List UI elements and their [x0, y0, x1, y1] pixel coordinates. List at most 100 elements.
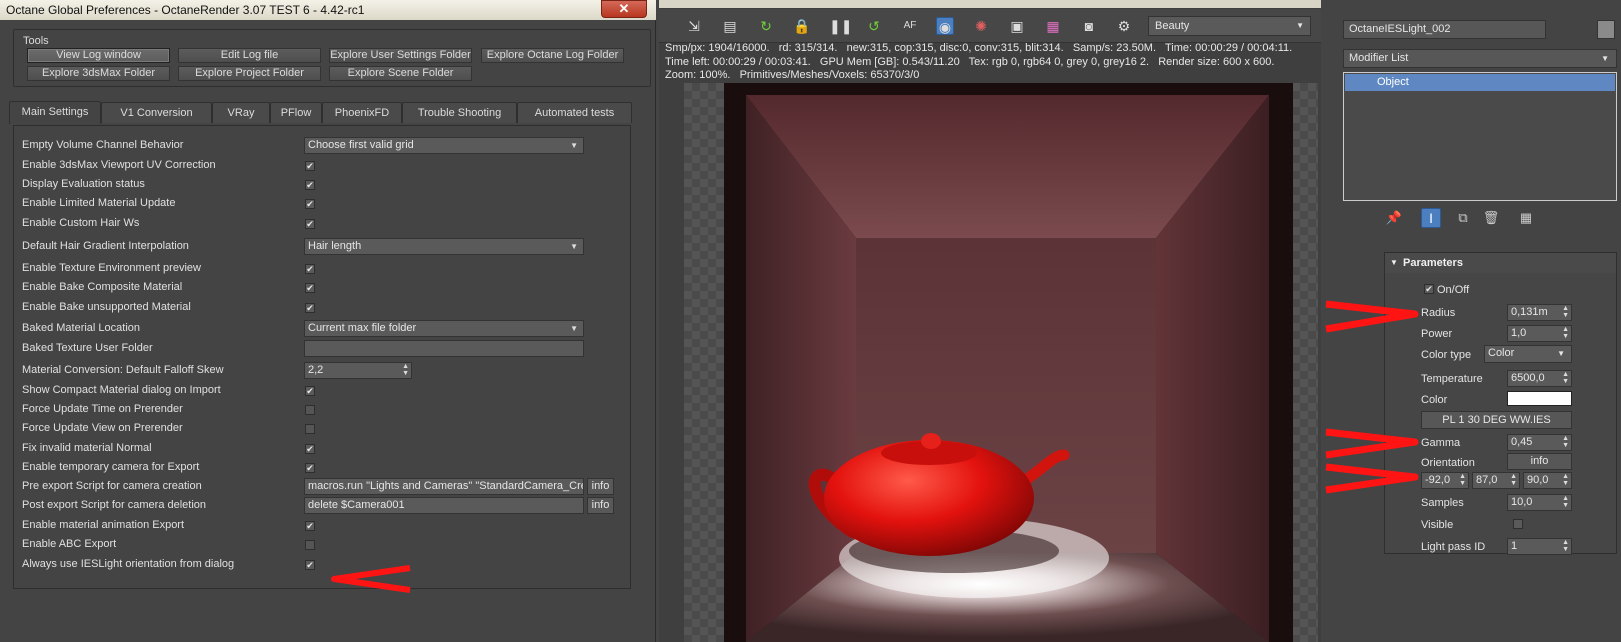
autofocus-icon[interactable]: AF: [901, 17, 919, 35]
tab-trouble-shooting[interactable]: Trouble Shooting: [402, 102, 517, 123]
dropdown-arrow-icon: ▼: [570, 242, 578, 251]
orientation-y-spinner[interactable]: 87,0 ▲ ▼: [1472, 472, 1520, 489]
force-update-time-checkbox[interactable]: [305, 405, 315, 415]
explore-project-folder-button[interactable]: Explore Project Folder: [178, 66, 321, 81]
color-swatch[interactable]: [1507, 391, 1572, 406]
setting-row: Enable 3dsMax Viewport UV Correction ✔: [14, 156, 630, 175]
setting-label: Show Compact Material dialog on Import: [22, 384, 221, 396]
render-pass-dropdown[interactable]: Beauty ▼: [1148, 16, 1311, 36]
tools-label: Tools: [23, 35, 49, 47]
remove-modifier-icon[interactable]: 🗑: [1481, 208, 1501, 228]
setting-label: Enable material animation Export: [22, 519, 185, 531]
orientation-z-spinner[interactable]: 90,0 ▲ ▼: [1523, 472, 1572, 489]
display-icon[interactable]: ▣: [1008, 17, 1026, 35]
parameters-header[interactable]: ▼ Parameters: [1385, 253, 1616, 273]
orientation-label: Orientation: [1421, 457, 1475, 469]
force-update-view-checkbox[interactable]: [305, 424, 315, 434]
color-type-dropdown[interactable]: Color ▼: [1484, 345, 1572, 363]
setting-label: Display Evaluation status: [22, 178, 145, 190]
setting-label: Pre export Script for camera creation: [22, 480, 202, 492]
make-unique-icon[interactable]: ⧉: [1453, 208, 1473, 228]
close-button[interactable]: ✕: [601, 0, 647, 18]
limited-material-update-checkbox[interactable]: ✔: [305, 199, 315, 209]
show-end-result-icon[interactable]: Ⅰ: [1421, 208, 1441, 228]
baked-texture-folder-input[interactable]: [304, 340, 584, 357]
visible-checkbox[interactable]: [1513, 519, 1523, 529]
tab-automated-tests[interactable]: Automated tests: [517, 102, 632, 123]
setting-row: Empty Volume Channel Behavior Choose fir…: [14, 136, 630, 155]
setting-label: Enable temporary camera for Export: [22, 461, 200, 473]
temperature-spinner[interactable]: 6500,0 ▲ ▼: [1507, 370, 1572, 387]
color-label: Color: [1421, 394, 1448, 406]
restart-icon[interactable]: ↻: [757, 17, 775, 35]
baked-material-location-dropdown[interactable]: Current max file folder ▼: [304, 320, 584, 337]
edit-log-file-button[interactable]: Edit Log file: [178, 48, 321, 63]
refresh-icon[interactable]: ↺: [865, 17, 883, 35]
tab-main-settings[interactable]: Main Settings: [9, 101, 101, 124]
lock-icon[interactable]: 🔒: [793, 17, 811, 35]
object-name-field[interactable]: OctaneIESLight_002: [1343, 20, 1546, 39]
fix-invalid-normal-checkbox[interactable]: ✔: [305, 444, 315, 454]
post-export-info-button[interactable]: info: [587, 497, 614, 514]
region-icon[interactable]: ◉: [936, 17, 954, 35]
pin-stack-icon[interactable]: 📌: [1384, 208, 1404, 228]
annotation-arrow-icon: [1325, 428, 1419, 459]
viewport-uv-correction-checkbox[interactable]: ✔: [305, 161, 315, 171]
spinner-arrows-icon: ▲ ▼: [1562, 539, 1569, 553]
object-color-swatch[interactable]: [1597, 20, 1615, 39]
spinner-arrows-icon: ▲ ▼: [1562, 435, 1569, 449]
pause-icon[interactable]: ❚❚: [829, 17, 852, 35]
modifier-list-dropdown[interactable]: Modifier List ▼: [1343, 49, 1617, 68]
orientation-info-button[interactable]: info: [1507, 453, 1572, 470]
radius-spinner[interactable]: 0,131m ▲ ▼: [1507, 304, 1572, 321]
material-animation-export-checkbox[interactable]: ✔: [305, 521, 315, 531]
camera-icon[interactable]: ◙: [1080, 17, 1098, 35]
explore-octane-log-folder-button[interactable]: Explore Octane Log Folder: [481, 48, 624, 63]
configure-modifier-sets-icon[interactable]: ▦: [1516, 208, 1536, 228]
orientation-x-spinner[interactable]: -92,0 ▲ ▼: [1421, 472, 1469, 489]
render-canvas[interactable]: [684, 83, 1318, 642]
samples-spinner[interactable]: 10,0 ▲ ▼: [1507, 494, 1572, 511]
send-scene-icon[interactable]: ⇲: [685, 17, 703, 35]
ies-file-button[interactable]: PL 1 30 DEG WW.IES: [1421, 411, 1572, 429]
bake-unsupported-checkbox[interactable]: ✔: [305, 303, 315, 313]
tab-pflow[interactable]: PFlow: [270, 102, 322, 123]
pre-export-info-button[interactable]: info: [587, 478, 614, 495]
explore-3dsmax-folder-button[interactable]: Explore 3dsMax Folder: [27, 66, 170, 81]
color-picker-icon[interactable]: ▦: [1044, 17, 1062, 35]
radius-label: Radius: [1421, 307, 1456, 319]
abc-export-checkbox[interactable]: [305, 540, 315, 550]
explore-scene-folder-button[interactable]: Explore Scene Folder: [329, 66, 472, 81]
export-icon[interactable]: ▤: [721, 17, 739, 35]
setting-row: Enable Limited Material Update ✔: [14, 194, 630, 213]
light-pass-spinner[interactable]: 1 ▲ ▼: [1507, 538, 1572, 555]
spinner-arrows-icon: ▲ ▼: [1562, 326, 1569, 340]
display-evaluation-checkbox[interactable]: ✔: [305, 180, 315, 190]
temp-camera-export-checkbox[interactable]: ✔: [305, 463, 315, 473]
tab-v1-conversion[interactable]: V1 Conversion: [101, 102, 212, 123]
gamma-spinner[interactable]: 0,45 ▲ ▼: [1507, 434, 1572, 451]
custom-hair-ws-checkbox[interactable]: ✔: [305, 219, 315, 229]
view-log-window-button[interactable]: View Log window: [27, 48, 170, 63]
compact-material-dialog-checkbox[interactable]: ✔: [305, 386, 315, 396]
texture-env-preview-checkbox[interactable]: ✔: [305, 264, 315, 274]
pre-export-script-input[interactable]: macros.run "Lights and Cameras" "Standar…: [304, 478, 584, 495]
annotation-arrow-icon: [331, 565, 411, 593]
setting-label: Always use IESLight orientation from dia…: [22, 558, 235, 570]
bake-composite-checkbox[interactable]: ✔: [305, 283, 315, 293]
empty-volume-channel-dropdown[interactable]: Choose first valid grid ▼: [304, 137, 584, 154]
clay-mode-icon[interactable]: ✺: [972, 17, 990, 35]
on-off-checkbox[interactable]: ✔: [1424, 284, 1434, 294]
settings-icon[interactable]: ⚙: [1115, 17, 1133, 35]
post-export-script-input[interactable]: delete $Camera001: [304, 497, 584, 514]
hair-gradient-dropdown[interactable]: Hair length ▼: [304, 238, 584, 255]
setting-row: Show Compact Material dialog on Import ✔: [14, 381, 630, 400]
setting-row: Force Update View on Prerender: [14, 419, 630, 438]
power-spinner[interactable]: 1,0 ▲ ▼: [1507, 325, 1572, 342]
tab-vray[interactable]: VRay: [212, 102, 270, 123]
tab-phoenixfd[interactable]: PhoenixFD: [322, 102, 402, 123]
falloff-skew-spinner[interactable]: 2,2 ▲ ▼: [304, 362, 412, 379]
stack-item-object[interactable]: Object: [1345, 74, 1615, 91]
explore-user-settings-folder-button[interactable]: Explore User Settings Folder: [329, 48, 472, 63]
ies-orientation-checkbox[interactable]: ✔: [305, 560, 315, 570]
